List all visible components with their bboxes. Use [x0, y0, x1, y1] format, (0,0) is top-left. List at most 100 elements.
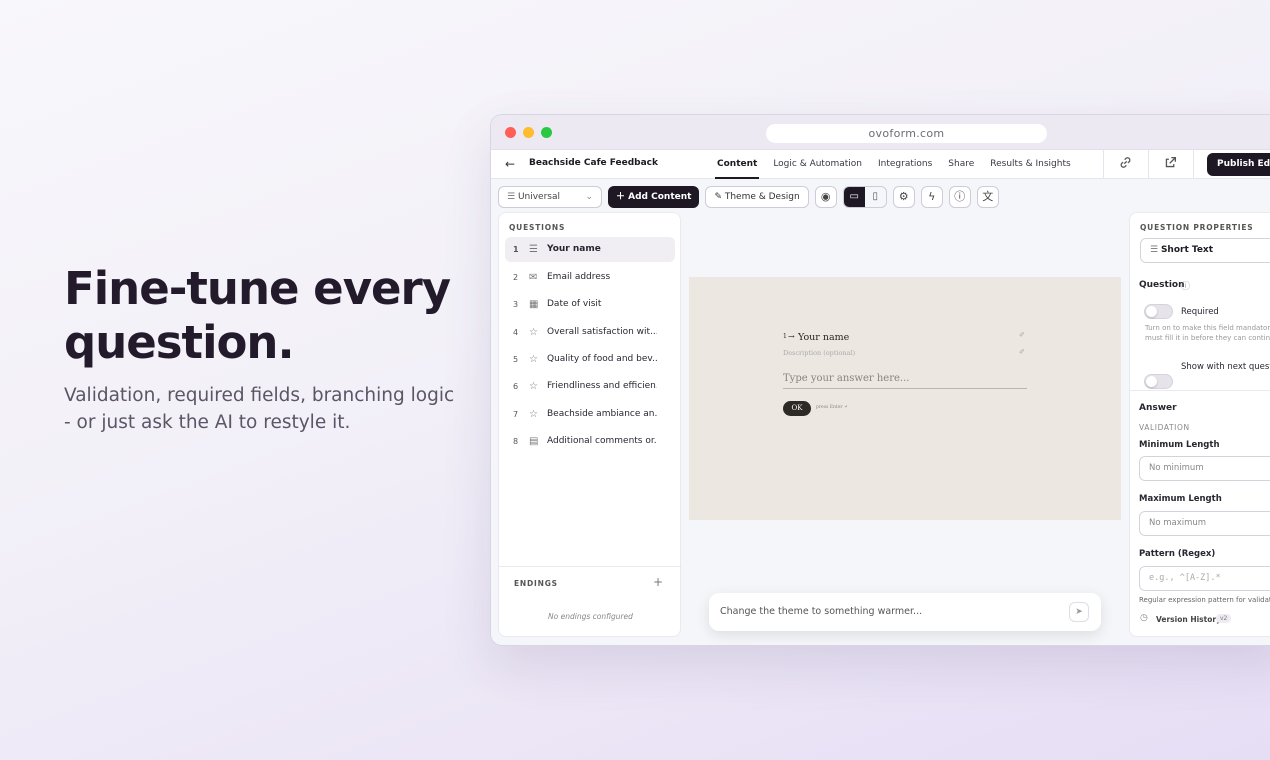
chat-placeholder: Change the theme to something warmer...: [720, 606, 923, 617]
required-toggle[interactable]: [1144, 304, 1173, 319]
question-label: Additional comments or...: [547, 436, 657, 446]
question-item-6[interactable]: 6 ☆ Friendliness and efficien...: [505, 374, 675, 399]
add-content-button[interactable]: ＋ Add Content: [608, 185, 700, 208]
show-with-next-toggle[interactable]: [1144, 374, 1173, 389]
translate-icon[interactable]: 文: [976, 185, 999, 208]
question-type-select[interactable]: ☰ Short Text: [1140, 238, 1270, 263]
question-number: 6: [513, 382, 519, 391]
question-item-5[interactable]: 5 ☆ Quality of food and bev...: [505, 347, 675, 372]
question-label: Your name: [547, 244, 601, 254]
divider: [1148, 150, 1149, 179]
browser-titlebar: ovoform.com: [491, 115, 1270, 150]
divider: [1103, 150, 1104, 179]
tab-share[interactable]: Share: [948, 150, 974, 179]
properties-heading: QUESTION PROPERTIES: [1140, 223, 1254, 232]
add-content-label: Add Content: [628, 191, 692, 202]
question-item-1[interactable]: 1 ☰ Your name: [505, 237, 675, 262]
close-window-icon[interactable]: [505, 127, 516, 138]
question-label: Friendliness and efficien...: [547, 381, 657, 391]
hero-headline: Fine-tune every question.: [64, 262, 451, 369]
plus-icon: ＋: [616, 191, 629, 202]
question-label: Email address: [547, 272, 611, 282]
pattern-label: Pattern (Regex): [1139, 549, 1216, 559]
edit-pencil-icon[interactable]: ✐: [1019, 331, 1025, 339]
mail-icon: ✉: [529, 272, 538, 283]
desktop-icon[interactable]: ▭: [843, 186, 865, 207]
max-length-input[interactable]: No maximum: [1139, 511, 1270, 536]
mode-select[interactable]: ☰ Universal ⌄: [498, 185, 602, 208]
preview-answer-input[interactable]: Type your answer here...: [783, 373, 1027, 389]
min-length-input[interactable]: No minimum: [1139, 456, 1270, 481]
tab-results-insights[interactable]: Results & Insights: [990, 150, 1070, 179]
answer-section-label: Answer: [1139, 403, 1177, 413]
preview-question-number: 1: [783, 333, 787, 340]
question-number: 1: [513, 245, 519, 254]
document-icon: ▤: [529, 436, 539, 447]
question-label: Overall satisfaction wit...: [547, 327, 657, 337]
pattern-input[interactable]: e.g., ^[A-Z].*: [1139, 566, 1270, 591]
question-item-2[interactable]: 2 ✉ Email address: [505, 265, 675, 290]
preview-ok-button[interactable]: OK: [783, 401, 811, 416]
mobile-icon[interactable]: ▯: [865, 187, 886, 207]
question-label: Date of visit: [547, 299, 602, 309]
question-item-7[interactable]: 7 ☆ Beachside ambiance an...: [505, 402, 675, 427]
back-arrow-icon[interactable]: ←: [505, 157, 515, 171]
short-text-icon: ☰: [1150, 245, 1161, 255]
star-icon: ☆: [529, 354, 538, 365]
endings-heading: ENDINGS: [514, 579, 558, 588]
questions-heading: QUESTIONS: [509, 223, 566, 232]
app-window: ovoform.com ← Beachside Cafe Feedback Co…: [490, 114, 1270, 646]
question-number: 5: [513, 355, 519, 364]
accessibility-icon[interactable]: ⓘ: [948, 185, 971, 208]
short-text-icon: ☰: [529, 244, 538, 255]
maximize-window-icon[interactable]: [541, 127, 552, 138]
minimize-window-icon[interactable]: [523, 127, 534, 138]
endings-empty-text: No endings configured: [548, 612, 633, 621]
chevron-down-icon: ⌄: [585, 191, 593, 202]
question-number: 2: [513, 273, 519, 282]
external-link-icon[interactable]: [1164, 156, 1177, 172]
tab-content[interactable]: Content: [714, 150, 760, 179]
question-item-3[interactable]: 3 ▦ Date of visit: [505, 292, 675, 317]
show-with-next-label: Show with next questio: [1181, 362, 1270, 372]
question-item-4[interactable]: 4 ☆ Overall satisfaction wit...: [505, 320, 675, 345]
device-toggle: ▭ ▯: [842, 185, 887, 208]
ai-chat-input[interactable]: Change the theme to something warmer... …: [709, 593, 1101, 631]
calendar-icon: ▦: [529, 299, 539, 310]
pattern-hint: Regular expression pattern for validati: [1139, 596, 1270, 604]
star-icon: ☆: [529, 327, 538, 338]
preview-eye-icon[interactable]: ◉: [814, 185, 837, 208]
form-title: Beachside Cafe Feedback: [529, 158, 659, 168]
settings-gear-icon[interactable]: ⚙: [892, 185, 915, 208]
help-circle-icon[interactable]: ⓘ: [1181, 279, 1190, 292]
edit-pencil-icon[interactable]: ✐: [1019, 348, 1025, 356]
arrow-right-icon: →: [788, 332, 795, 341]
tab-logic-automation[interactable]: Logic & Automation: [773, 150, 862, 179]
theme-design-button[interactable]: ✎ Theme & Design: [705, 185, 809, 208]
question-type-value: Short Text: [1160, 245, 1214, 255]
link-icon[interactable]: [1119, 156, 1132, 172]
question-item-8[interactable]: 8 ▤ Additional comments or...: [505, 429, 675, 454]
version-history-link[interactable]: Version History: [1156, 615, 1221, 624]
publish-edits-button[interactable]: Publish Edits: [1207, 153, 1270, 176]
hero-subtext: Validation, required fields, branching l…: [64, 385, 455, 433]
hero-section: Fine-tune every question. Validation, re…: [64, 262, 464, 436]
top-nav: ← Beachside Cafe Feedback Content Logic …: [491, 150, 1270, 179]
required-hint: Turn on to make this field mandatory. mu…: [1145, 324, 1270, 342]
version-badge: v2: [1216, 614, 1232, 623]
question-section-label: Question: [1139, 280, 1185, 290]
endings-section: ENDINGS + No endings configured: [499, 566, 682, 621]
question-number: 3: [513, 300, 519, 309]
add-ending-plus-icon[interactable]: +: [653, 575, 663, 589]
questions-panel: QUESTIONS 1 ☰ Your name 2 ✉ Email addres…: [498, 212, 682, 637]
star-icon: ☆: [529, 381, 538, 392]
send-icon[interactable]: ➤: [1069, 602, 1089, 622]
preview-question-title[interactable]: Your name: [798, 332, 849, 343]
required-label: Required: [1181, 307, 1219, 317]
validation-heading: VALIDATION: [1139, 423, 1190, 432]
tab-integrations[interactable]: Integrations: [878, 150, 932, 179]
address-bar[interactable]: ovoform.com: [766, 124, 1047, 143]
theme-design-label: Theme & Design: [724, 191, 800, 202]
bolt-icon[interactable]: ϟ: [920, 185, 943, 208]
preview-description[interactable]: Description (optional): [783, 349, 855, 357]
